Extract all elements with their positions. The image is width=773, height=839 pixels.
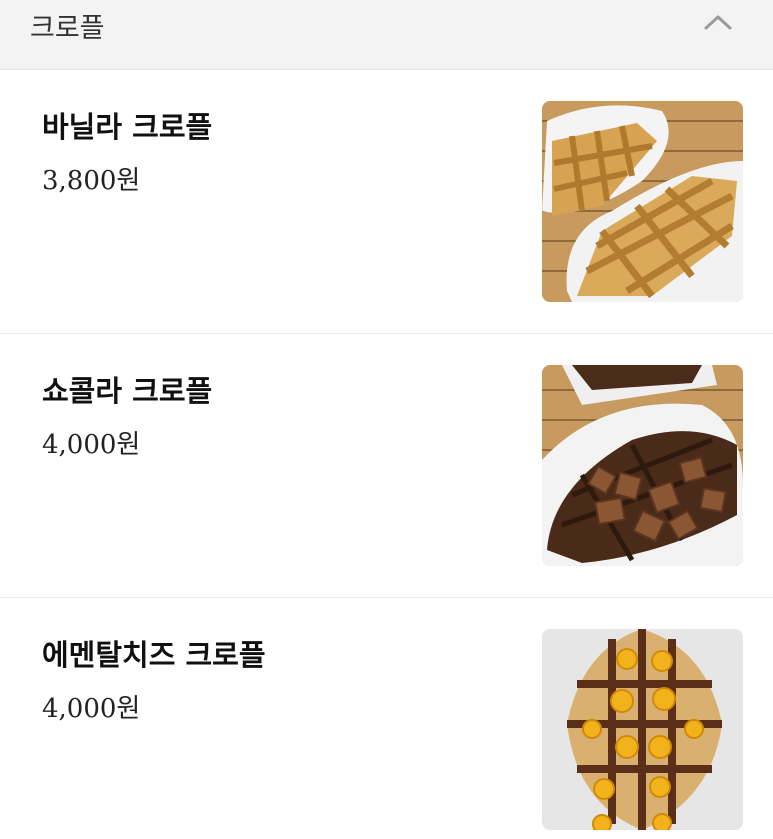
item-name: 쇼콜라 크로플 bbox=[42, 374, 213, 408]
section-title: 크로플 bbox=[30, 13, 105, 44]
item-price: 3,800원 bbox=[42, 166, 141, 196]
item-name: 바닐라 크로플 bbox=[42, 110, 213, 144]
vanilla-croffle-photo bbox=[542, 101, 743, 302]
emmental-cheese-croffle-photo bbox=[542, 629, 743, 830]
item-price: 4,000원 bbox=[42, 694, 141, 724]
chocolate-croffle-photo bbox=[542, 365, 743, 566]
section-header[interactable]: 크로플 bbox=[0, 0, 773, 70]
item-name: 에멘탈치즈 크로플 bbox=[42, 638, 266, 672]
menu-item-vanilla[interactable]: 바닐라 크로플 3,800원 bbox=[0, 70, 773, 334]
chevron-up-icon[interactable] bbox=[700, 6, 736, 36]
menu-item-emmental[interactable]: 에멘탈치즈 크로플 4,000원 bbox=[0, 598, 773, 839]
menu-item-chocolat[interactable]: 쇼콜라 크로플 4,000원 bbox=[0, 334, 773, 598]
item-price: 4,000원 bbox=[42, 430, 141, 460]
